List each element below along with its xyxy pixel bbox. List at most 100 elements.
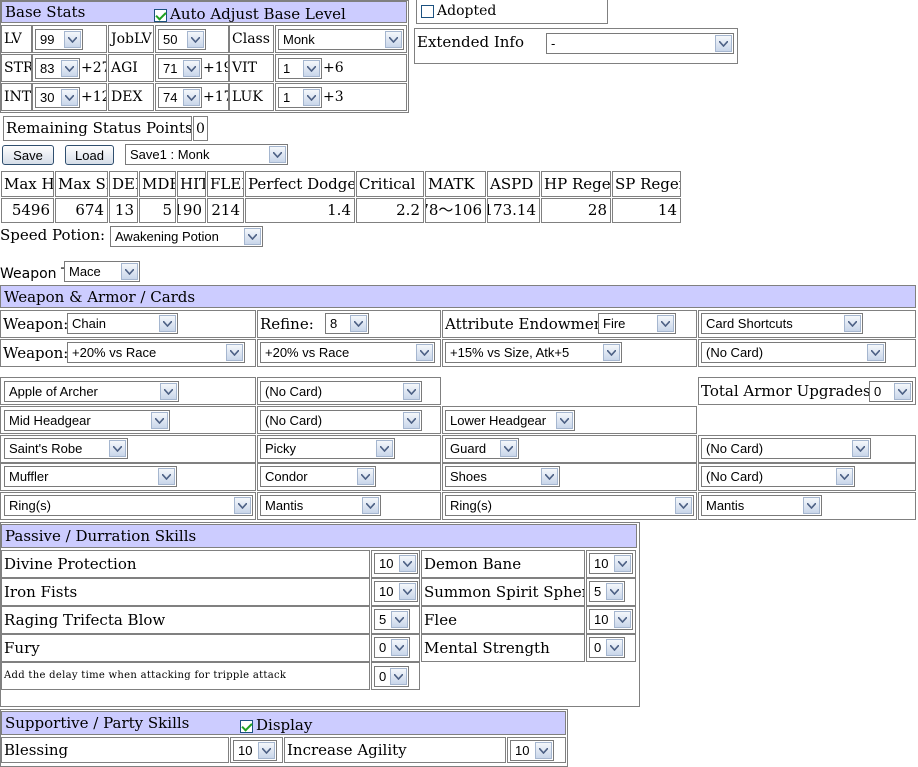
chevron-down-icon[interactable] (376, 440, 393, 457)
chevron-down-icon[interactable] (362, 497, 379, 514)
chevron-down-icon[interactable] (244, 228, 261, 245)
weapon-type-select[interactable]: Mace (64, 261, 140, 282)
mid-headgear-select[interactable]: Mid Headgear (4, 410, 170, 431)
chevron-down-icon[interactable] (226, 344, 243, 361)
chevron-down-icon[interactable] (258, 742, 275, 759)
accessory2-select[interactable]: Ring(s) (445, 495, 694, 516)
chevron-down-icon[interactable] (357, 468, 374, 485)
delay-select[interactable]: 0 (374, 666, 409, 687)
skill-level-select-5[interactable]: 10 (589, 609, 633, 630)
endow-select[interactable]: Fire (598, 313, 676, 334)
support-skill-level-select-1[interactable]: 10 (510, 740, 554, 761)
support-skill-level-select-0[interactable]: 10 (233, 740, 277, 761)
chevron-down-icon[interactable] (657, 315, 674, 332)
auto-adjust-checkbox[interactable] (154, 8, 167, 22)
chevron-down-icon[interactable] (416, 344, 433, 361)
weapon-select[interactable]: Chain (67, 313, 178, 334)
int-select[interactable]: 30 (35, 87, 80, 108)
chevron-down-icon[interactable] (385, 31, 402, 48)
agi-select[interactable]: 71 (158, 58, 202, 79)
accessory2-card-select[interactable]: Mantis (701, 495, 822, 516)
speed-potion-select[interactable]: Awakening Potion (110, 226, 263, 247)
chevron-down-icon[interactable] (187, 31, 204, 48)
save-button[interactable]: Save (2, 145, 54, 165)
refine-select[interactable]: 8 (325, 313, 369, 334)
armor-card-select[interactable]: Picky (260, 438, 395, 459)
chevron-down-icon[interactable] (64, 31, 81, 48)
chevron-down-icon[interactable] (183, 60, 200, 77)
chevron-down-icon[interactable] (269, 146, 286, 163)
adopted-checkbox[interactable] (421, 4, 434, 18)
shield-select[interactable]: Guard (445, 438, 519, 459)
weapon-card3-select[interactable]: +15% vs Size, Atk+5 (445, 342, 622, 363)
chevron-down-icon[interactable] (109, 440, 126, 457)
chevron-down-icon[interactable] (606, 583, 623, 600)
chevron-down-icon[interactable] (535, 742, 552, 759)
joblv-select[interactable]: 50 (158, 29, 206, 50)
chevron-down-icon[interactable] (399, 555, 416, 572)
weapon-card1-select[interactable]: +20% vs Race (67, 342, 245, 363)
shield-card-select[interactable]: (No Card) (701, 438, 871, 459)
skill-level-select-0[interactable]: 10 (374, 553, 418, 574)
chevron-down-icon[interactable] (614, 611, 631, 628)
chevron-down-icon[interactable] (183, 89, 200, 106)
chevron-down-icon[interactable] (614, 555, 631, 572)
display-checkbox[interactable] (240, 719, 253, 733)
chevron-down-icon[interactable] (303, 60, 320, 77)
chevron-down-icon[interactable] (159, 315, 176, 332)
luk-select[interactable]: 1 (278, 87, 322, 108)
chevron-down-icon[interactable] (803, 497, 820, 514)
vit-select[interactable]: 1 (278, 58, 322, 79)
chevron-down-icon[interactable] (500, 440, 517, 457)
dex-select[interactable]: 74 (158, 87, 202, 108)
garment-card-select[interactable]: Condor (260, 466, 376, 487)
garment-select[interactable]: Muffler (4, 466, 177, 487)
extended-info-select[interactable]: - (546, 33, 734, 54)
skill-level-select-2[interactable]: 10 (374, 581, 418, 602)
skill-level-select-6[interactable]: 0 (374, 637, 410, 658)
chevron-down-icon[interactable] (403, 383, 420, 400)
upper-card-select[interactable]: (No Card) (260, 381, 422, 402)
chevron-down-icon[interactable] (121, 263, 138, 280)
card-shortcuts-select[interactable]: Card Shortcuts (701, 313, 863, 334)
load-button[interactable]: Load (65, 145, 114, 165)
chevron-down-icon[interactable] (867, 344, 884, 361)
chevron-down-icon[interactable] (675, 497, 692, 514)
shoes-select[interactable]: Shoes (445, 466, 560, 487)
accessory1-select[interactable]: Ring(s) (4, 495, 253, 516)
skill-level-select-1[interactable]: 10 (589, 553, 633, 574)
chevron-down-icon[interactable] (158, 468, 175, 485)
chevron-down-icon[interactable] (61, 89, 78, 106)
save-slot-select[interactable]: Save1 : Monk (125, 144, 288, 165)
chevron-down-icon[interactable] (399, 583, 416, 600)
chevron-down-icon[interactable] (403, 412, 420, 429)
chevron-down-icon[interactable] (844, 315, 861, 332)
accessory1-card-select[interactable]: Mantis (260, 495, 381, 516)
chevron-down-icon[interactable] (852, 440, 869, 457)
skill-level-select-3[interactable]: 5 (589, 581, 625, 602)
chevron-down-icon[interactable] (894, 383, 911, 400)
skill-level-select-4[interactable]: 5 (374, 609, 410, 630)
armor-upgrades-select[interactable]: 0 (869, 381, 913, 402)
chevron-down-icon[interactable] (160, 383, 177, 400)
chevron-down-icon[interactable] (234, 497, 251, 514)
chevron-down-icon[interactable] (391, 611, 408, 628)
lv-select[interactable]: 99 (35, 29, 83, 50)
lower-headgear-select[interactable]: Lower Headgear (445, 410, 575, 431)
mid-card-select[interactable]: (No Card) (260, 410, 422, 431)
chevron-down-icon[interactable] (303, 89, 320, 106)
chevron-down-icon[interactable] (836, 468, 853, 485)
chevron-down-icon[interactable] (390, 668, 407, 685)
skill-level-select-7[interactable]: 0 (589, 637, 625, 658)
chevron-down-icon[interactable] (541, 468, 558, 485)
chevron-down-icon[interactable] (61, 60, 78, 77)
chevron-down-icon[interactable] (603, 344, 620, 361)
chevron-down-icon[interactable] (350, 315, 367, 332)
shoes-card-select[interactable]: (No Card) (701, 466, 855, 487)
armor-select[interactable]: Saint's Robe (4, 438, 128, 459)
chevron-down-icon[interactable] (556, 412, 573, 429)
chevron-down-icon[interactable] (151, 412, 168, 429)
chevron-down-icon[interactable] (715, 35, 732, 52)
class-select[interactable]: Monk (278, 29, 404, 50)
upper-headgear-select[interactable]: Apple of Archer (4, 381, 179, 402)
